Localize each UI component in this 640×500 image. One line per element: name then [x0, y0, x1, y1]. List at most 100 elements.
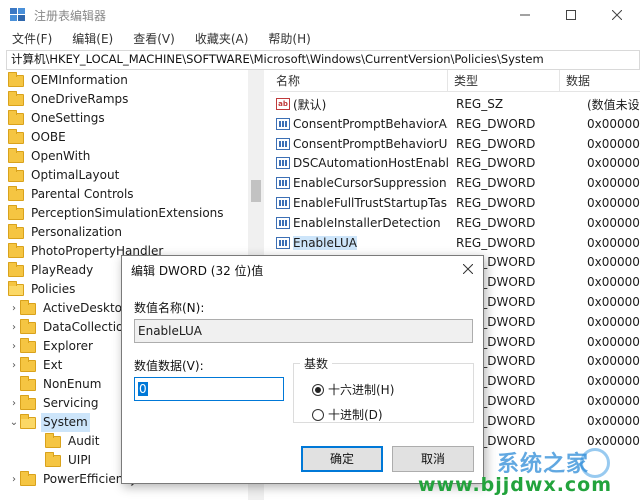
folder-open-icon [20, 413, 36, 429]
folder-icon [8, 242, 24, 258]
minimize-button[interactable] [502, 0, 548, 30]
tree-item[interactable]: OOBE [8, 128, 68, 147]
ok-button[interactable]: 确定 [301, 446, 383, 472]
value-data-cell: 0x00000000 [587, 275, 640, 290]
tree-item[interactable]: OptimalLayout [8, 166, 121, 185]
menu-file[interactable]: 文件(F) [0, 30, 60, 50]
cancel-button[interactable]: 取消 [392, 446, 474, 472]
tree-item[interactable]: OpenWith [8, 147, 92, 166]
value-data-cell: 0x00000002 [587, 196, 640, 210]
watermark-url: www.bjjdwx.com [418, 474, 613, 496]
value-data-input[interactable]: 0 [134, 377, 284, 401]
value-row[interactable]: ConsentPromptBehaviorA... REG_DWORD 0x0000… [270, 114, 640, 134]
address-bar[interactable]: 计算机\HKEY_LOCAL_MACHINE\SOFTWARE\Microsof… [6, 50, 640, 70]
hex-radio[interactable]: 十六进制(H) [312, 381, 394, 398]
folder-icon [20, 337, 36, 353]
value-row[interactable]: EnableInstallerDetection REG_DWORD 0x00000… [270, 213, 640, 233]
tree-item[interactable]: › Servicing [8, 394, 101, 413]
tree-item[interactable]: Personalization [8, 223, 124, 242]
close-button[interactable] [594, 0, 640, 30]
chevron-down-icon[interactable]: ⌄ [8, 413, 20, 432]
chevron-right-icon[interactable]: › [8, 337, 20, 356]
value-row[interactable]: ab(默认) REG_SZ (数值未设置) [270, 94, 640, 114]
folder-icon [8, 90, 24, 106]
tree-item[interactable]: Audit [33, 432, 101, 451]
tree-item[interactable]: › ActiveDesktop [8, 299, 132, 318]
maximize-icon [566, 10, 576, 20]
value-row[interactable]: EnableFullTrustStartupTasks REG_DWORD 0x00… [270, 193, 640, 213]
folder-icon [8, 223, 24, 239]
radio-unchecked-icon [312, 408, 324, 421]
tree-item[interactable]: NonEnum [8, 375, 103, 394]
folder-icon [8, 128, 24, 144]
value-name-cell: EnableLUA [270, 235, 448, 250]
value-name-cell: DSCAutomationHostEnabl... [270, 156, 448, 170]
column-type-header[interactable]: 类型 [448, 70, 560, 91]
menu-help[interactable]: 帮助(H) [256, 30, 318, 50]
value-name-cell: ConsentPromptBehaviorU... [270, 137, 448, 151]
regedit-app-icon [10, 8, 25, 21]
dec-radio[interactable]: 十进制(D) [312, 406, 383, 423]
value-row[interactable]: ConsentPromptBehaviorU... REG_DWORD 0x0000… [270, 134, 640, 154]
value-row[interactable]: DSCAutomationHostEnabl... REG_DWORD 0x0000… [270, 153, 640, 173]
title-bar: 注册表编辑器 [0, 0, 640, 30]
tree-item[interactable]: › DataCollection [8, 318, 133, 337]
tree-item-policies[interactable]: Policies [8, 280, 77, 299]
tree-item[interactable]: UIPI [33, 451, 93, 470]
tree-item[interactable]: PlayReady [8, 261, 95, 280]
value-data-cell: 0x00000000 [587, 314, 640, 329]
dword-value-icon [276, 157, 290, 170]
chevron-right-icon[interactable]: › [8, 299, 20, 318]
value-type-cell: REG_DWORD [456, 176, 536, 191]
base-label: 基数 [300, 355, 333, 372]
list-header: 名称 类型 数据 [270, 70, 640, 92]
maximize-button[interactable] [548, 0, 594, 30]
folder-icon [20, 394, 36, 410]
tree-item[interactable]: Parental Controls [8, 185, 136, 204]
value-data-cell: 0x00000000 [587, 116, 640, 131]
value-type-cell: REG_DWORD [456, 196, 536, 210]
tree-item[interactable]: PerceptionSimulationExtensions [8, 204, 226, 223]
tree-scrollbar-thumb[interactable] [251, 180, 261, 202]
value-row[interactable]: EnableLUA REG_DWORD 0x00000000 [270, 233, 640, 253]
value-name-text: DSCAutomationHostEnabl... [293, 156, 448, 171]
tree-item-system[interactable]: ⌄ System [8, 413, 90, 432]
folder-icon [8, 166, 24, 182]
value-type-cell: REG_DWORD [456, 235, 536, 250]
folder-icon [8, 109, 24, 125]
folder-icon [20, 375, 36, 391]
chevron-right-icon[interactable]: › [8, 470, 20, 489]
menu-view[interactable]: 查看(V) [121, 30, 183, 50]
value-row[interactable]: EnableCursorSuppression REG_DWORD 0x000000… [270, 173, 640, 193]
dword-value-icon [276, 236, 290, 249]
value-name-cell: ab (默认) [270, 96, 448, 113]
value-data-cell: 0x00000001 [587, 176, 640, 191]
dword-value-icon [276, 216, 290, 229]
dialog-close-button[interactable] [457, 258, 479, 280]
value-name-text: (默认) [293, 97, 327, 112]
chevron-right-icon[interactable]: › [8, 318, 20, 337]
chevron-right-icon[interactable]: › [8, 356, 20, 375]
value-data-cell: 0x00000001 [587, 413, 640, 428]
tree-item[interactable]: OEMInformation [8, 71, 130, 90]
tree-item[interactable]: › Ext [8, 356, 64, 375]
menu-favorites[interactable]: 收藏夹(A) [183, 30, 257, 50]
value-data-text: 0 [138, 382, 148, 396]
tree-item[interactable]: › Explorer [8, 337, 95, 356]
column-name-header[interactable]: 名称 [270, 70, 448, 91]
column-data-header[interactable]: 数据 [560, 70, 640, 91]
value-name-label: 数值名称(N): [134, 301, 205, 315]
value-name-text: ConsentPromptBehaviorA... [293, 116, 448, 131]
value-name-cell: EnableFullTrustStartupTasks [270, 196, 448, 210]
value-type-cell: REG_DWORD [456, 156, 536, 171]
menu-edit[interactable]: 编辑(E) [60, 30, 121, 50]
value-data-cell: 0x00000001 [587, 215, 640, 230]
chevron-right-icon[interactable]: › [8, 394, 20, 413]
tree-item[interactable]: OneDriveRamps [8, 90, 130, 109]
folder-icon [8, 204, 24, 220]
folder-icon [45, 432, 61, 448]
folder-icon [45, 451, 61, 467]
tree-item[interactable]: OneSettings [8, 109, 107, 128]
edit-dword-dialog: 编辑 DWORD (32 位)值 数值名称(N): EnableLUA 数值数据… [121, 255, 484, 484]
folder-icon [8, 71, 24, 87]
